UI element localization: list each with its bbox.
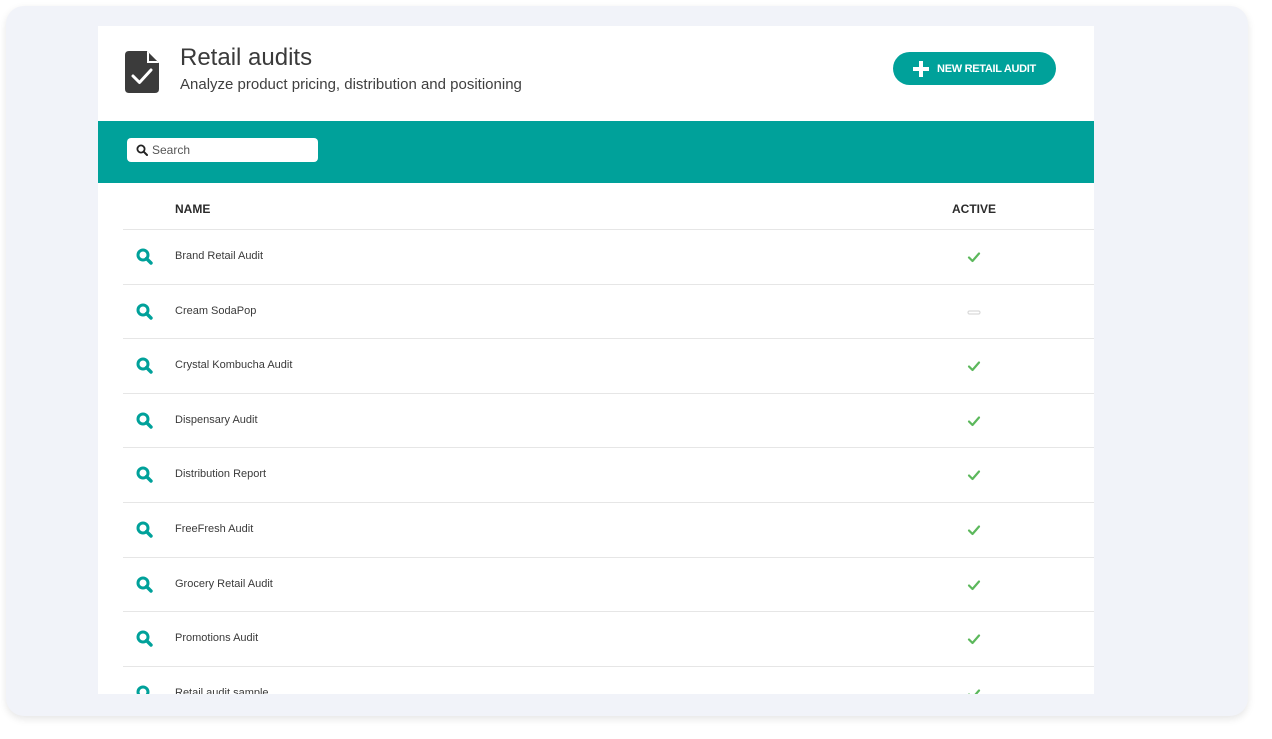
new-retail-audit-button[interactable]: NEW RETAIL AUDIT <box>893 52 1056 85</box>
app-frame: Retail audits Analyze product pricing, d… <box>6 6 1248 716</box>
active-check-icon <box>967 579 981 590</box>
view-audit-icon[interactable] <box>136 248 153 265</box>
plus-icon <box>913 60 930 77</box>
table-row[interactable]: Dispensary Audit <box>123 394 1094 449</box>
page-header: Retail audits Analyze product pricing, d… <box>98 26 1094 121</box>
table-row[interactable]: Crystal Kombucha Audit <box>123 339 1094 394</box>
audit-name: Grocery Retail Audit <box>175 577 273 590</box>
view-audit-icon[interactable] <box>136 685 153 694</box>
active-check-icon <box>967 361 981 372</box>
view-audit-icon[interactable] <box>136 412 153 429</box>
inactive-dash-icon <box>967 309 981 315</box>
table-row[interactable]: FreeFresh Audit <box>123 503 1094 558</box>
view-audit-icon[interactable] <box>136 466 153 484</box>
audit-name: Promotions Audit <box>175 632 259 645</box>
audit-name: Brand Retail Audit <box>175 250 264 262</box>
search-input[interactable] <box>152 143 312 157</box>
active-check-icon <box>967 470 981 481</box>
active-check-icon <box>967 689 981 694</box>
table-row[interactable]: Promotions Audit <box>123 612 1094 667</box>
table-row[interactable]: Brand Retail Audit <box>123 230 1094 285</box>
column-header-name: NAME <box>175 202 211 216</box>
audit-name: Distribution Report <box>175 468 267 481</box>
search-bar <box>98 121 1094 183</box>
view-audit-icon[interactable] <box>136 303 153 320</box>
table-row[interactable]: Retail audit sample <box>123 667 1094 694</box>
table-row[interactable]: Grocery Retail Audit <box>123 558 1094 613</box>
table-header: NAME ACTIVE <box>123 183 1094 230</box>
audits-table: NAME ACTIVE Brand Retail Audit Cream Soda… <box>123 183 1094 694</box>
active-check-icon <box>967 525 981 536</box>
active-check-icon <box>967 634 981 645</box>
active-check-icon <box>967 416 981 426</box>
view-audit-icon[interactable] <box>136 630 153 647</box>
audit-name: Retail audit sample <box>175 686 269 694</box>
table-row[interactable]: Cream SodaPop <box>123 285 1094 340</box>
table-body: Brand Retail Audit Cream SodaPop Crystal K… <box>123 230 1094 694</box>
document-check-icon <box>125 51 159 93</box>
view-audit-icon[interactable] <box>136 357 153 374</box>
audit-name: Crystal Kombucha Audit <box>175 359 293 372</box>
active-check-icon <box>967 252 981 263</box>
retail-audits-panel: Retail audits Analyze product pricing, d… <box>98 26 1094 694</box>
page-subtitle: Analyze product pricing, distribution an… <box>180 76 522 93</box>
new-retail-audit-label: NEW RETAIL AUDIT <box>937 62 1036 75</box>
audit-name: FreeFresh Audit <box>175 522 254 535</box>
page-title: Retail audits <box>180 44 313 71</box>
search-box[interactable] <box>127 138 318 162</box>
search-icon <box>136 144 148 156</box>
view-audit-icon[interactable] <box>136 576 153 593</box>
column-header-active: ACTIVE <box>952 202 997 216</box>
audit-name: Dispensary Audit <box>175 413 258 426</box>
table-row[interactable]: Distribution Report <box>123 448 1094 503</box>
view-audit-icon[interactable] <box>136 521 153 538</box>
audit-name: Cream SodaPop <box>175 304 257 317</box>
